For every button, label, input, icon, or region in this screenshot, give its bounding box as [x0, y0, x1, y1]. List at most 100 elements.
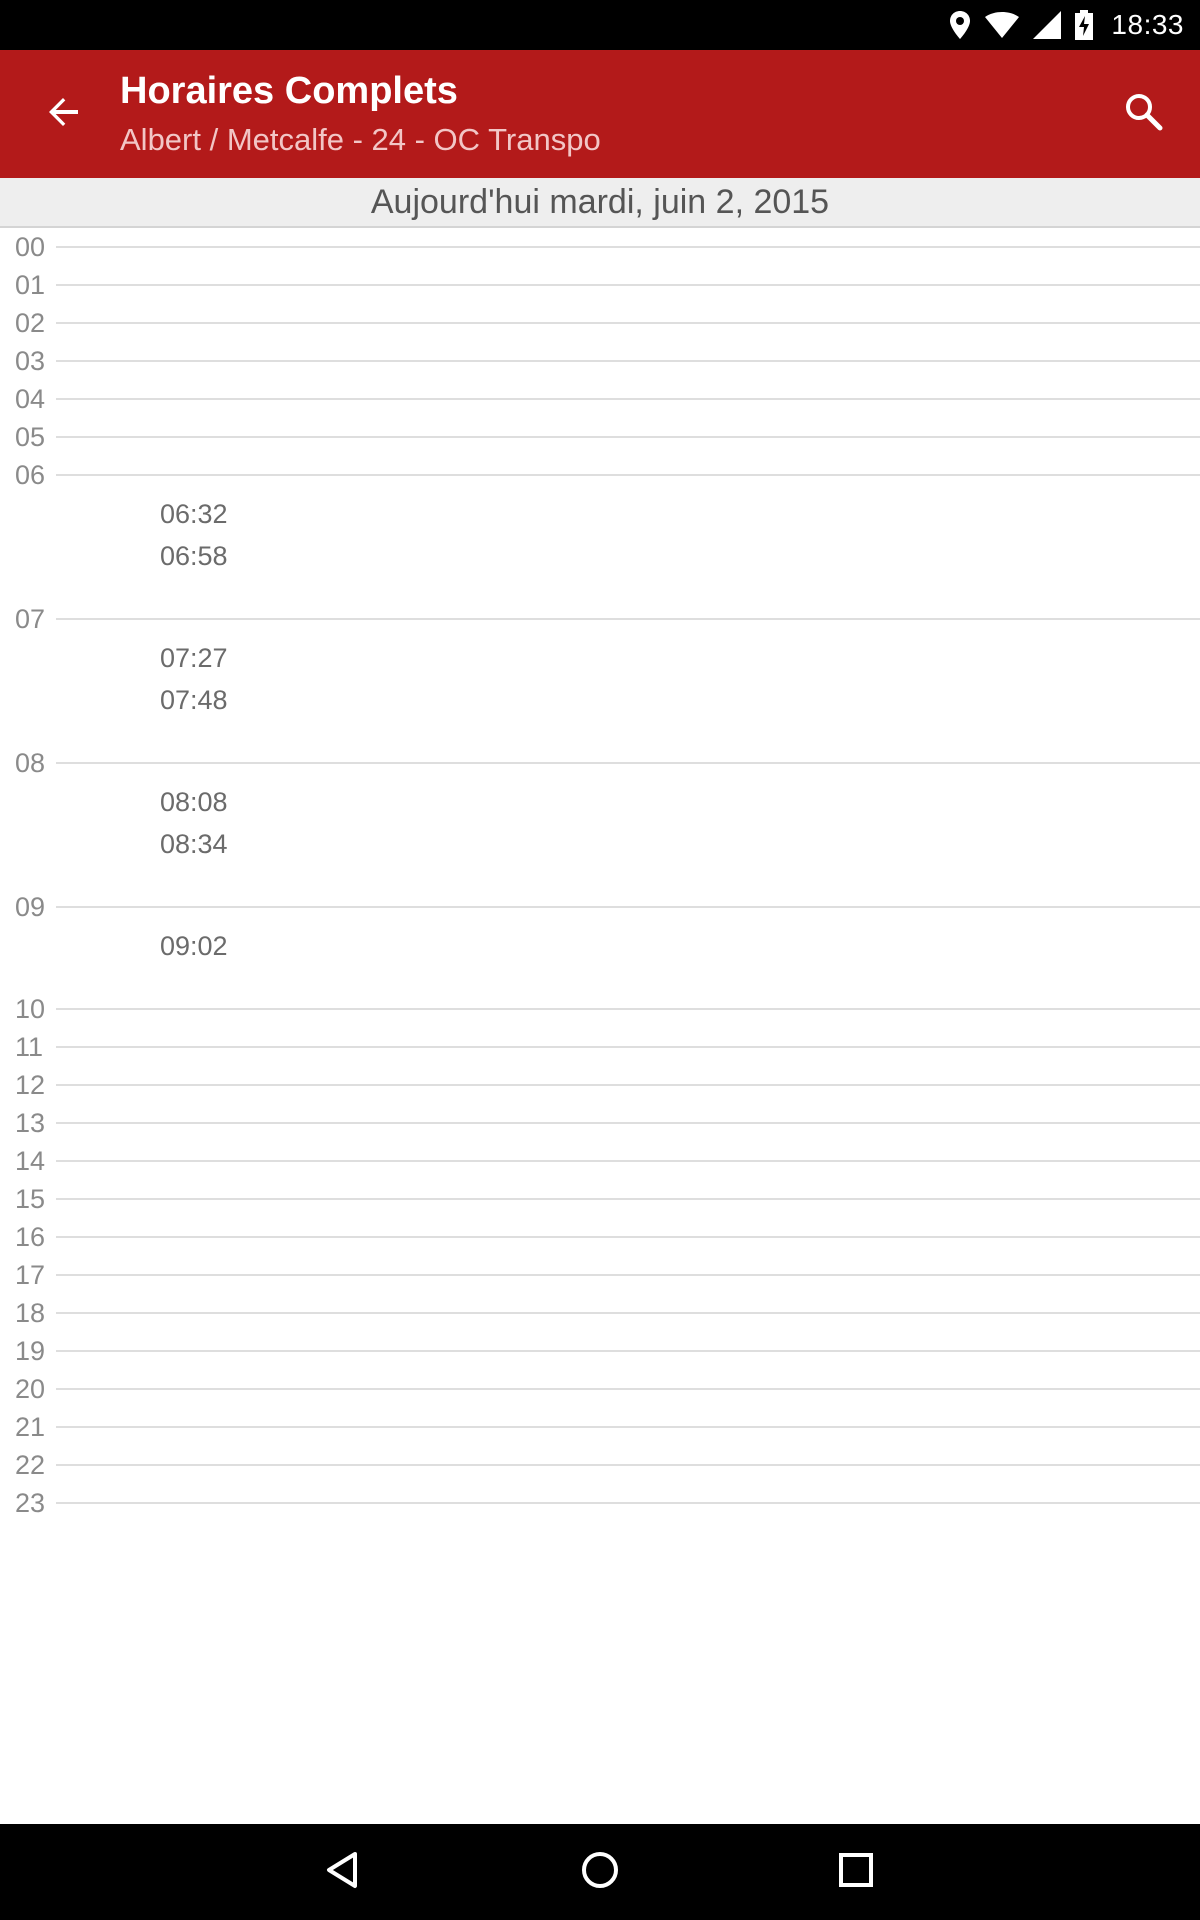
hour-divider	[56, 1198, 1200, 1200]
hour-divider	[56, 1008, 1200, 1010]
hour-divider	[56, 762, 1200, 764]
hour-label: 14	[15, 1146, 46, 1176]
hour-divider	[56, 246, 1200, 248]
hour-row: 12	[0, 1070, 1200, 1100]
hour-row: 23	[0, 1488, 1200, 1518]
hour-label: 07	[15, 604, 46, 634]
hour-row: 17	[0, 1260, 1200, 1290]
hour-divider	[56, 360, 1200, 362]
hour-row: 16	[0, 1222, 1200, 1252]
app-bar: Horaires Complets Albert / Metcalfe - 24…	[0, 50, 1200, 178]
hour-row: 04	[0, 384, 1200, 414]
hour-row: 20	[0, 1374, 1200, 1404]
hour-divider	[56, 436, 1200, 438]
status-bar: 18:33	[0, 0, 1200, 50]
hour-divider	[56, 1274, 1200, 1276]
hour-row: 15	[0, 1184, 1200, 1214]
home-circle-icon	[580, 1850, 620, 1895]
hour-divider	[56, 1160, 1200, 1162]
hour-row: 01	[0, 270, 1200, 300]
hour-label: 18	[15, 1298, 46, 1328]
hour-divider	[56, 1236, 1200, 1238]
hour-row: 02	[0, 308, 1200, 338]
hour-label: 12	[15, 1070, 46, 1100]
hour-divider	[56, 1084, 1200, 1086]
hour-label: 04	[15, 384, 46, 414]
departure-time[interactable]: 06:58	[160, 540, 228, 572]
hour-label: 05	[15, 422, 46, 452]
hour-row: 07	[0, 604, 1200, 634]
hour-row: 08	[0, 748, 1200, 778]
hour-label: 08	[15, 748, 46, 778]
hour-row: 11	[0, 1032, 1200, 1062]
back-triangle-icon	[322, 1850, 362, 1895]
hour-label: 20	[15, 1374, 46, 1404]
hour-label: 09	[15, 892, 46, 922]
hour-row: 03	[0, 346, 1200, 376]
hour-label: 10	[15, 994, 46, 1024]
nav-recents-button[interactable]	[826, 1842, 886, 1902]
hour-divider	[56, 618, 1200, 620]
hour-row: 14	[0, 1146, 1200, 1176]
hour-row: 06	[0, 460, 1200, 490]
hour-divider	[56, 1426, 1200, 1428]
hour-divider	[56, 1388, 1200, 1390]
nav-back-button[interactable]	[312, 1842, 372, 1902]
status-icons: 18:33	[949, 0, 1184, 50]
hour-divider	[56, 322, 1200, 324]
page-title: Horaires Complets	[120, 70, 458, 112]
nav-home-button[interactable]	[570, 1842, 630, 1902]
departure-time[interactable]: 07:27	[160, 642, 228, 674]
back-button[interactable]	[32, 82, 96, 146]
hour-row: 18	[0, 1298, 1200, 1328]
departure-time[interactable]: 09:02	[160, 930, 228, 962]
hour-label: 06	[15, 460, 46, 490]
hour-divider	[56, 1312, 1200, 1314]
status-time: 18:33	[1111, 9, 1184, 40]
hour-label: 21	[15, 1412, 46, 1442]
hour-divider	[56, 1502, 1200, 1504]
hour-label: 19	[15, 1336, 46, 1366]
wifi-icon	[985, 12, 1020, 38]
departure-time[interactable]: 06:32	[160, 498, 228, 530]
hour-divider	[56, 284, 1200, 286]
departure-time[interactable]: 08:08	[160, 786, 228, 818]
hour-row: 19	[0, 1336, 1200, 1366]
hour-label: 03	[15, 346, 46, 376]
hour-label: 17	[15, 1260, 46, 1290]
signal-icon	[1033, 11, 1062, 39]
search-icon	[1124, 92, 1164, 137]
hour-label: 02	[15, 308, 46, 338]
hour-divider	[56, 1464, 1200, 1466]
hour-label: 23	[15, 1488, 46, 1518]
hour-divider	[56, 906, 1200, 908]
date-header: Aujourd'hui mardi, juin 2, 2015	[0, 178, 1200, 228]
hour-row: 05	[0, 422, 1200, 452]
search-button[interactable]	[1112, 82, 1176, 146]
hour-divider	[56, 398, 1200, 400]
hour-divider	[56, 1122, 1200, 1124]
hour-divider	[56, 1350, 1200, 1352]
hour-label: 22	[15, 1450, 46, 1480]
hour-row: 22	[0, 1450, 1200, 1480]
hour-row: 10	[0, 994, 1200, 1024]
hour-divider	[56, 1046, 1200, 1048]
hour-label: 15	[15, 1184, 46, 1214]
page-subtitle: Albert / Metcalfe - 24 - OC Transpo	[120, 122, 601, 157]
departure-time[interactable]: 08:34	[160, 828, 228, 860]
hour-row: 00	[0, 232, 1200, 262]
recents-square-icon	[836, 1850, 876, 1895]
hour-label: 01	[15, 270, 46, 300]
hour-row: 13	[0, 1108, 1200, 1138]
hour-label: 00	[15, 232, 46, 262]
hour-label: 13	[15, 1108, 46, 1138]
hour-label: 11	[15, 1032, 44, 1062]
battery-charging-icon	[1075, 10, 1094, 40]
departure-time[interactable]: 07:48	[160, 684, 228, 716]
hour-divider	[56, 474, 1200, 476]
hour-label: 16	[15, 1222, 46, 1252]
navigation-bar	[0, 1824, 1200, 1920]
hour-row: 21	[0, 1412, 1200, 1442]
hour-row: 09	[0, 892, 1200, 922]
location-icon	[949, 11, 971, 39]
